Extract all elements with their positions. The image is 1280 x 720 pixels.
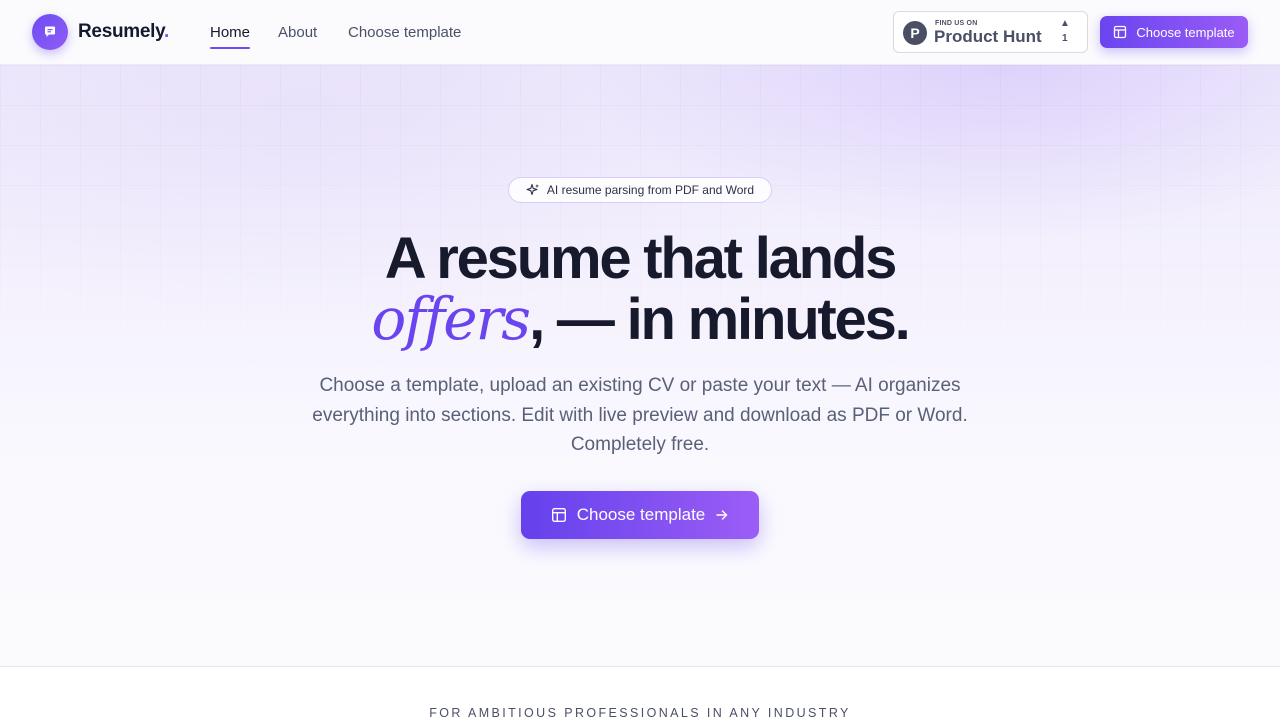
headline-accent-word: offers xyxy=(371,285,531,353)
nav-choose-template[interactable]: Choose template xyxy=(348,24,461,41)
hero-cta-label: Choose template xyxy=(576,505,706,524)
header-choose-template-button[interactable]: Choose template xyxy=(1100,16,1248,48)
hero-section: AI resume parsing from PDF and Word A re… xyxy=(0,65,1280,667)
brand-text: Resumely xyxy=(78,21,164,42)
layout-template-icon xyxy=(1114,25,1127,39)
hero-grid-background xyxy=(0,65,1280,666)
nav-home[interactable]: Home xyxy=(210,24,250,41)
headline-line-2: offers, — in minutes. xyxy=(0,285,1280,353)
product-hunt-title: Product Hunt xyxy=(934,27,1042,46)
headline-line-1: A resume that lands xyxy=(384,226,898,291)
brand-dot: . xyxy=(163,21,169,42)
audience-tagline: FOR AMBITIOUS PROFESSIONALS IN ANY INDUS… xyxy=(429,706,851,720)
nav-active-indicator xyxy=(210,47,250,49)
feature-pill: AI resume parsing from PDF and Word xyxy=(508,177,772,203)
product-hunt-icon: P xyxy=(903,21,927,45)
brand-name[interactable]: Resumely. xyxy=(78,21,169,43)
logo-icon[interactable] xyxy=(32,14,68,50)
headline-line-2-rest: , — in minutes. xyxy=(529,287,911,352)
chat-bubble-icon xyxy=(45,26,55,37)
feature-pill-text: AI resume parsing from PDF and Word xyxy=(546,183,755,197)
upvote-triangle-icon: ▲ xyxy=(1060,18,1070,29)
site-header: Resumely. Home About Choose template P F… xyxy=(0,0,1280,65)
hero-choose-template-button[interactable]: Choose template xyxy=(521,491,759,539)
nav-about[interactable]: About xyxy=(278,24,317,41)
header-cta-label: Choose template xyxy=(1136,24,1235,40)
product-hunt-small-text: FIND US ON xyxy=(935,20,978,27)
arrow-right-icon xyxy=(716,510,728,520)
hero-subtitle: Choose a template, upload an existing CV… xyxy=(312,375,968,455)
product-hunt-badge[interactable]: P FIND US ON Product Hunt ▲ 1 xyxy=(893,11,1088,53)
upvote-count: 1 xyxy=(1062,33,1068,44)
layout-template-icon xyxy=(551,508,566,522)
sparkle-icon xyxy=(526,183,539,196)
